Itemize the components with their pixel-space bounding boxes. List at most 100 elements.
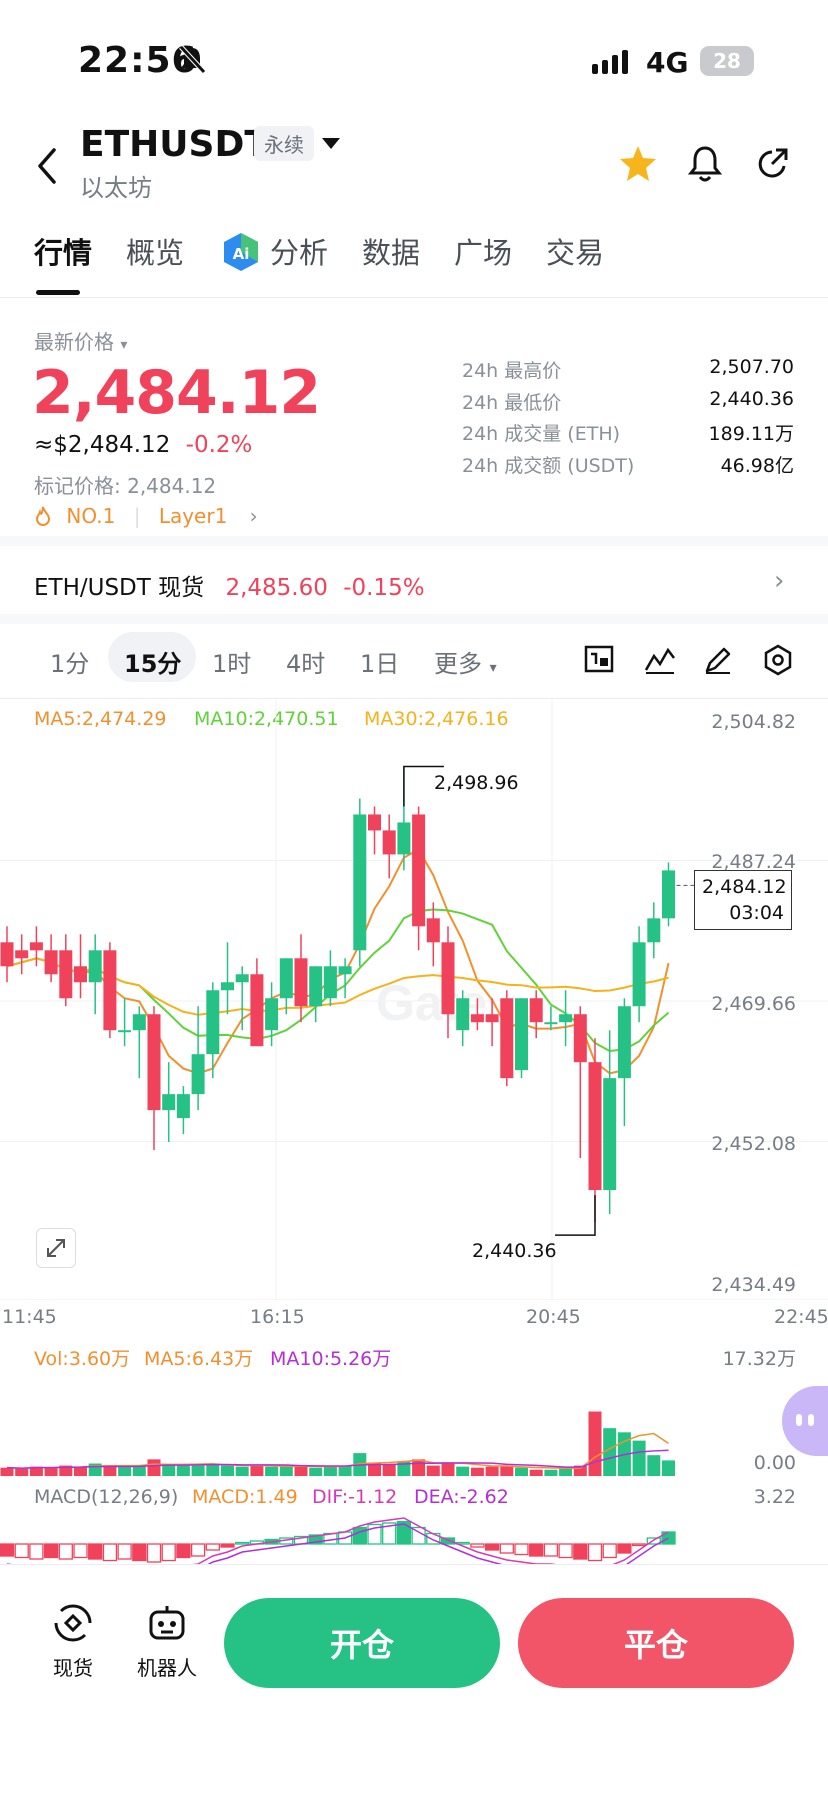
candle-body (29, 942, 43, 951)
macd-bar (161, 1543, 176, 1562)
share-icon[interactable] (754, 146, 790, 182)
macd-bar (617, 1543, 632, 1554)
macd-max-label: 3.22 (753, 1486, 796, 1508)
expand-icon (47, 1239, 65, 1257)
candle-body (15, 950, 29, 959)
volume-bar (323, 1466, 337, 1476)
alert-bell-icon[interactable] (686, 144, 724, 184)
candlestick-chart[interactable]: Gate (0, 700, 828, 1300)
timeframe-4h[interactable]: 4时 (286, 644, 325, 679)
candle-body (544, 1022, 558, 1025)
candle-body (368, 814, 381, 831)
macd-bar (602, 1543, 617, 1559)
low-annotation: 2,440.36 (472, 1240, 557, 1262)
candle-body (250, 974, 264, 1047)
volume-bar (426, 1465, 440, 1476)
tags-row[interactable]: NO.1 | Layer1 › (34, 504, 258, 528)
robot-icon (149, 1606, 185, 1640)
last-price: 2,484.12 (32, 358, 321, 428)
latest-price-label[interactable]: 最新价格 ▾ (34, 326, 127, 355)
bot-nav[interactable]: 机器人 (122, 1602, 212, 1681)
volume-bar (74, 1466, 87, 1476)
volume-bar (588, 1411, 602, 1476)
candle-body (191, 1054, 205, 1095)
candle-body (603, 1078, 617, 1191)
sector-tag: Layer1 (158, 504, 228, 528)
volume-bar (515, 1467, 528, 1476)
volume-bar (221, 1465, 234, 1476)
indicator-toggle-icon[interactable] (584, 644, 616, 676)
macd-bar (29, 1543, 44, 1560)
open-position-button[interactable]: 开仓 (224, 1598, 500, 1688)
fullscreen-button[interactable] (36, 1228, 76, 1268)
x-axis-label: 11:45 (2, 1306, 57, 1328)
x-axis-label: 16:15 (250, 1306, 305, 1328)
dif-label: DIF:-1.12 (312, 1486, 398, 1508)
chevron-right-icon[interactable]: › (774, 566, 784, 596)
timeframe-1m[interactable]: 1分 (50, 644, 89, 679)
current-price-tag: 2,484.12 (702, 876, 787, 898)
macd-label: MACD(12,26,9) (34, 1486, 179, 1508)
dea-label: DEA:-2.62 (414, 1486, 509, 1508)
usd-price: ≈$2,484.12 (34, 432, 171, 458)
volume-bar (279, 1466, 293, 1476)
timeframe-1h[interactable]: 1时 (212, 644, 251, 679)
chart-settings-icon[interactable] (762, 644, 794, 676)
candle-body (44, 950, 58, 975)
volume-bar (559, 1468, 573, 1476)
candle-body (382, 830, 396, 855)
candle-body (59, 950, 73, 999)
network-label: 4G (646, 46, 689, 79)
volume-bar (647, 1455, 661, 1476)
candle-body (235, 974, 249, 983)
volume-bar (412, 1459, 426, 1476)
price-change: -0.2% (185, 432, 253, 458)
close-position-button[interactable]: 平仓 (518, 1598, 794, 1688)
draw-pen-icon[interactable] (702, 644, 734, 676)
candle-body (470, 1014, 484, 1023)
vol-ma5-label: MA5:6.43万 (144, 1348, 254, 1370)
tab-overview[interactable]: 概览 (126, 230, 184, 272)
vol-max-label: 17.32万 (722, 1348, 796, 1370)
back-arrow-icon[interactable] (34, 146, 60, 186)
candle-body (279, 958, 293, 999)
candle-body (397, 822, 411, 855)
timeframe-more[interactable]: 更多 ▾ (434, 644, 497, 679)
tab-analysis[interactable]: 分析 (270, 230, 328, 272)
volume-bar (118, 1466, 132, 1476)
main-tabs: 行情 概览 Ai 分析 数据 广场 交易 (0, 230, 828, 298)
tab-square[interactable]: 广场 (454, 230, 512, 272)
spot-nav-label: 现货 (53, 1656, 93, 1680)
signal-icon (592, 50, 628, 74)
spot-link[interactable]: ETH/USDT 现货 2,485.60 -0.15% (34, 568, 425, 602)
volume-chart (0, 1411, 675, 1476)
macd-bar (470, 1543, 485, 1548)
candle-body (323, 966, 337, 999)
symbol-dropdown-icon[interactable] (322, 136, 340, 150)
candle-body (500, 998, 514, 1079)
candle-body (485, 1014, 499, 1023)
macd-bar (587, 1543, 603, 1562)
indicators-icon[interactable] (644, 644, 676, 676)
spot-nav[interactable]: 现货 (28, 1602, 118, 1681)
stat-row: 24h 最高价 2,507.70 (462, 356, 794, 382)
mark-price: 标记价格: 2,484.12 (34, 474, 217, 498)
volume-bar (265, 1466, 279, 1476)
candle-body (617, 1006, 631, 1079)
tab-trade[interactable]: 交易 (546, 230, 604, 272)
tab-market[interactable]: 行情 (34, 230, 92, 272)
volume-bar (15, 1468, 29, 1476)
candle-body (309, 966, 323, 1007)
timeframe-15m[interactable]: 15分 (124, 644, 181, 679)
candle-body (294, 958, 308, 1007)
chevron-right-icon: › (249, 504, 258, 528)
timeframe-1d[interactable]: 1日 (360, 644, 399, 679)
macd-bar (499, 1543, 514, 1554)
spot-change: -0.15% (343, 575, 425, 601)
candle-body (103, 950, 117, 1031)
tab-data[interactable]: 数据 (362, 230, 420, 272)
favorite-star-icon[interactable] (618, 144, 658, 184)
volume-bar (191, 1465, 205, 1476)
symbol-title[interactable]: ETHUSDT (80, 124, 269, 165)
macd-bar (146, 1543, 162, 1563)
